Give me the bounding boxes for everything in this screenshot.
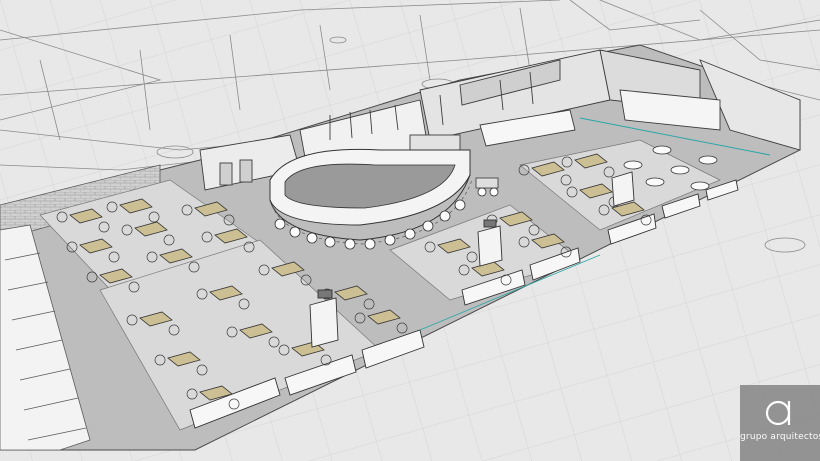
logo-a-icon (765, 400, 791, 426)
render-viewport: grupo arquitectos (0, 0, 820, 461)
restaurant-render (0, 0, 820, 461)
brand-name: grupo arquitectos (740, 432, 820, 442)
watermark-logo: grupo arquitectos (740, 385, 820, 461)
